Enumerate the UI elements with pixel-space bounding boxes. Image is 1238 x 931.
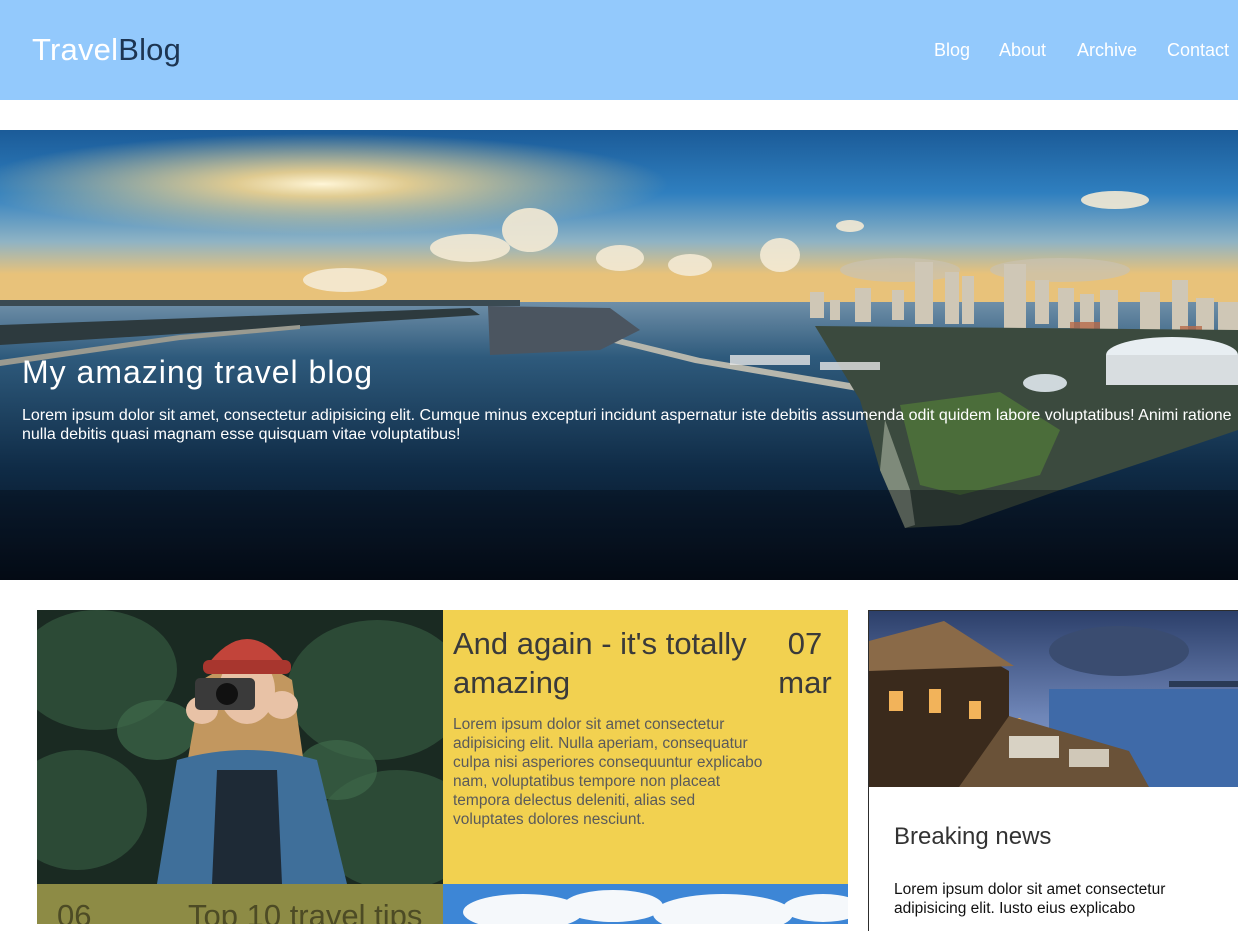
hero-banner: My amazing travel blog Lorem ipsum dolor… [0, 130, 1238, 580]
site-logo[interactable]: TravelBlog [32, 30, 181, 70]
sky-clouds-image [443, 884, 848, 924]
post-title[interactable]: And again - it's totally amazing [453, 624, 753, 702]
post-date: 07 mar [777, 624, 833, 702]
post-card-tips[interactable]: 06 Top 10 travel tips [37, 884, 443, 924]
hero-text: Lorem ipsum dolor sit amet, consectetur … [22, 407, 1232, 443]
sidebar-text: Lorem ipsum dolor sit amet consectetur a… [894, 881, 1166, 917]
photographer-image [37, 610, 443, 884]
site-header: TravelBlog Blog About Archive Contact [0, 0, 1238, 100]
sidebar-breaking-news: Breaking news Lorem ipsum dolor sit amet… [868, 610, 1238, 931]
nav-blog[interactable]: Blog [934, 38, 970, 62]
post-photo-photographer[interactable] [37, 610, 443, 884]
post-excerpt: Lorem ipsum dolor sit amet consectetur a… [453, 716, 763, 828]
resort-image [869, 611, 1238, 787]
post-photo-sky[interactable] [443, 884, 848, 924]
hero-title: My amazing travel blog [22, 354, 374, 390]
nav-contact[interactable]: Contact [1167, 38, 1229, 62]
sidebar-title: Breaking news [894, 823, 1052, 850]
post-date-day: 06 [57, 898, 92, 924]
post-date-day: 07 [787, 626, 823, 661]
post-date-month: mar [778, 665, 832, 700]
logo-travel: Travel [32, 32, 119, 67]
post-title[interactable]: Top 10 travel tips [188, 898, 422, 924]
logo-blog: Blog [118, 32, 182, 67]
post-card-featured[interactable]: And again - it's totally amazing 07 mar … [443, 610, 848, 884]
nav-archive[interactable]: Archive [1077, 38, 1137, 62]
nav-about[interactable]: About [999, 38, 1046, 62]
resort-image-container [869, 611, 1238, 787]
